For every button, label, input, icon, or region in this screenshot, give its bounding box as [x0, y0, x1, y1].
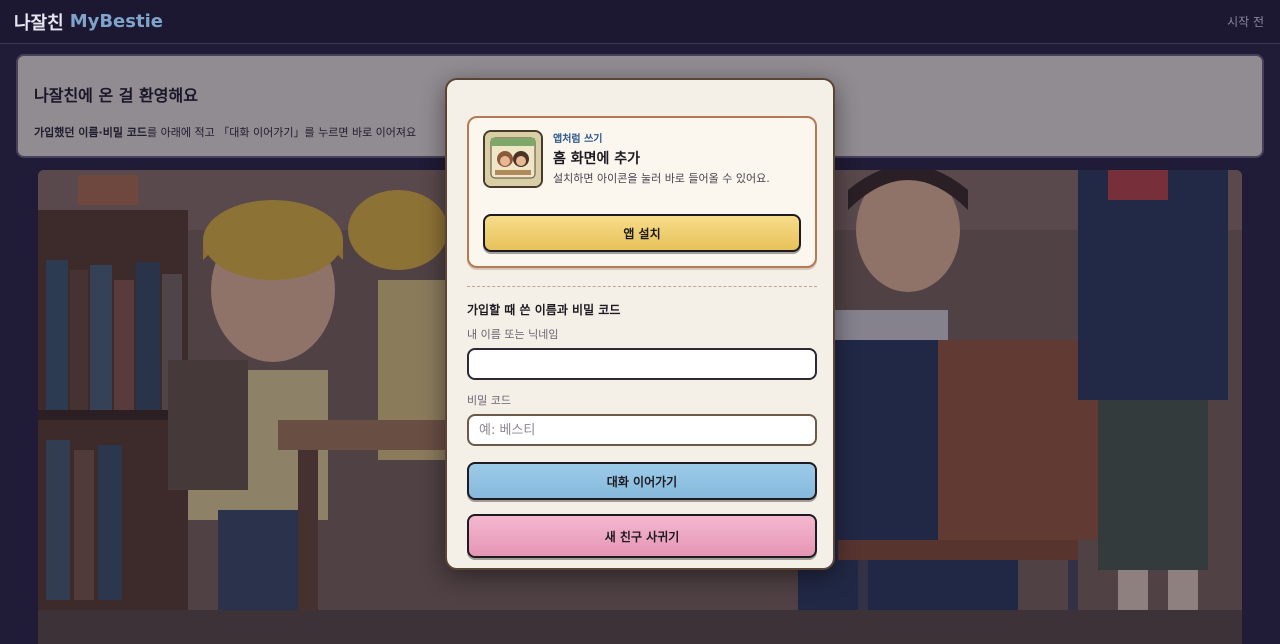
top-bar: 나잘친 MyBestie 시작 전	[0, 0, 1280, 44]
code-label: 비밀 코드	[467, 394, 511, 407]
name-label: 내 이름 또는 닉네임	[467, 328, 559, 341]
install-kicker: 앱처럼 쓰기	[553, 134, 603, 145]
status-text: 시작 전	[1227, 15, 1264, 29]
brand-subtitle: MyBestie	[69, 11, 163, 32]
secret-code-input[interactable]	[467, 414, 817, 446]
section-divider	[467, 286, 817, 287]
install-app-button[interactable]: 앱 설치	[483, 214, 801, 252]
brand-name: 나잘친	[14, 12, 64, 34]
name-input[interactable]	[467, 348, 817, 380]
install-text: 앱처럼 쓰기 홈 화면에 추가 설치하면 아이콘을 눌러 바로 들어올 수 있어…	[553, 130, 803, 186]
app-icon	[483, 130, 543, 188]
install-card: 앱처럼 쓰기 홈 화면에 추가 설치하면 아이콘을 눌러 바로 들어올 수 있어…	[467, 116, 817, 268]
install-title: 홈 화면에 추가	[553, 151, 641, 167]
login-modal: 앱처럼 쓰기 홈 화면에 추가 설치하면 아이콘을 눌러 바로 들어올 수 있어…	[445, 78, 835, 570]
install-description: 설치하면 아이콘을 눌러 바로 들어올 수 있어요.	[553, 172, 770, 185]
new-friend-button[interactable]: 새 친구 사귀기	[467, 514, 817, 558]
login-form-heading: 가입할 때 쓴 이름과 비밀 코드	[467, 303, 621, 317]
continue-chat-button[interactable]: 대화 이어가기	[467, 462, 817, 500]
